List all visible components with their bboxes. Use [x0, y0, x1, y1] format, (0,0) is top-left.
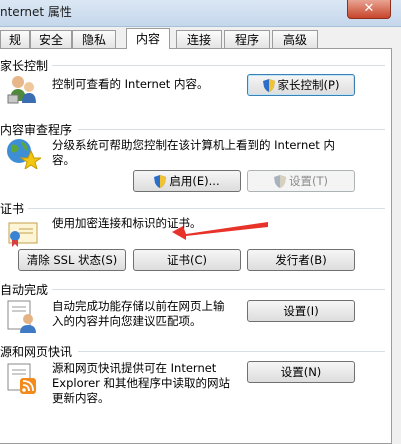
feeds-icon: [7, 363, 36, 394]
uac-shield-icon: [274, 175, 286, 188]
feeds-description-line2: Explorer 和其他程序中读取的网站: [52, 376, 231, 390]
publishers-button[interactable]: 发行者(B): [247, 249, 355, 271]
tab-programs[interactable]: 程序: [224, 30, 270, 48]
parental-controls-title: 家长控制: [0, 59, 49, 73]
enable-button-label: 启用(E)...: [169, 174, 220, 188]
tab-general[interactable]: 规: [0, 30, 30, 48]
content-advisor-description-line2: 容。: [52, 153, 75, 167]
autocomplete-icon: [7, 300, 36, 333]
parental-controls-icon: [7, 76, 36, 104]
parental-controls-button[interactable]: 家长控制(P): [247, 74, 355, 96]
content-advisor-title: 内容审查程序: [0, 123, 73, 137]
uac-shield-icon: [262, 79, 275, 92]
window-title: nternet 属性: [0, 5, 72, 19]
feeds-settings-button[interactable]: 设置(N): [247, 361, 355, 383]
tab-privacy[interactable]: 隐私: [72, 30, 116, 48]
tab-advanced[interactable]: 高级: [272, 30, 318, 48]
window-edge: [392, 48, 401, 444]
parental-controls-description: 控制可查看的 Internet 内容。: [52, 77, 209, 91]
autocomplete-settings-button[interactable]: 设置(I): [247, 300, 355, 322]
section-divider: [28, 208, 385, 209]
certificates-title: 证书: [0, 202, 25, 216]
clear-ssl-state-button[interactable]: 清除 SSL 状态(S): [18, 249, 126, 271]
feeds-description-line3: 更新内容。: [52, 391, 110, 405]
section-divider: [52, 65, 385, 66]
content-tab-panel: 家长控制 控制可查看的 Internet 内容。 家长控制(P) 内容审查程序 …: [0, 48, 392, 444]
feeds-description-line1: 源和网页快讯提供可在 Internet: [52, 361, 217, 375]
content-advisor-description-line1: 分级系统可帮助您控制在该计算机上看到的 Internet 内: [52, 138, 335, 152]
certificate-icon: [8, 222, 38, 247]
content-advisor-icon: [7, 139, 41, 169]
advisor-settings-button[interactable]: 设置(T): [247, 170, 355, 192]
feeds-title: 源和网页快讯: [0, 345, 73, 359]
tab-content[interactable]: 内容: [126, 28, 170, 49]
section-divider: [52, 289, 385, 290]
enable-button[interactable]: 启用(E)...: [133, 170, 241, 192]
section-divider: [78, 129, 385, 130]
close-button[interactable]: ✕: [347, 0, 391, 19]
close-icon: ✕: [363, 1, 375, 16]
autocomplete-title: 自动完成: [0, 283, 49, 297]
title-bar: nternet 属性 ✕: [0, 0, 401, 27]
advisor-settings-button-label: 设置(T): [289, 174, 328, 188]
section-divider: [78, 351, 385, 352]
autocomplete-description-line1: 自动完成功能存储以前在网页上输: [52, 299, 225, 313]
autocomplete-description-line2: 入的内容并向您建议匹配项。: [52, 314, 202, 328]
tab-connections[interactable]: 连接: [176, 30, 222, 48]
certificates-description: 使用加密连接和标识的证书。: [52, 216, 202, 230]
tab-security[interactable]: 安全: [30, 30, 72, 48]
certificates-button[interactable]: 证书(C): [133, 249, 241, 271]
parental-controls-button-label: 家长控制(P): [277, 78, 340, 92]
tab-strip: 规 安全 隐私 内容 连接 程序 高级: [0, 28, 401, 49]
uac-shield-icon: [154, 175, 167, 188]
